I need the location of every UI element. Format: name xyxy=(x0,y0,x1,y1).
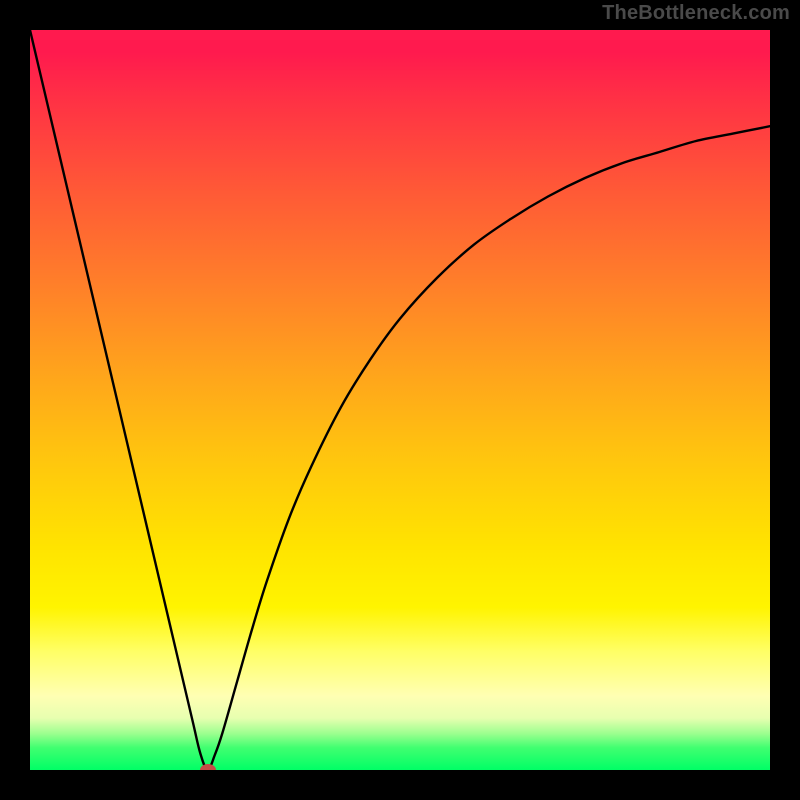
chart-frame: TheBottleneck.com xyxy=(0,0,800,800)
plot-area xyxy=(30,30,770,770)
min-marker-icon xyxy=(200,764,216,770)
watermark-text: TheBottleneck.com xyxy=(602,2,790,25)
bottleneck-curve xyxy=(30,30,770,770)
